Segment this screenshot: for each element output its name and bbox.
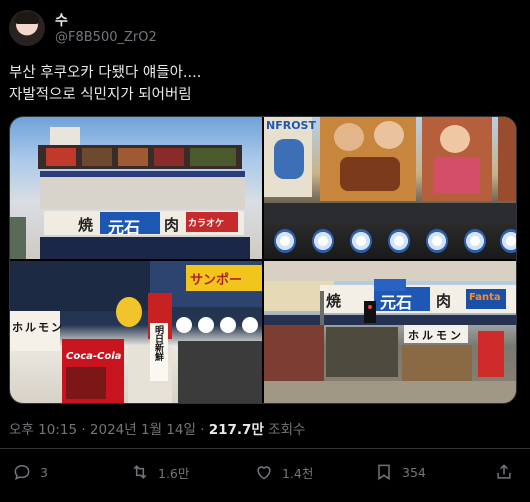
photo-2-sign: NFROST: [266, 119, 316, 132]
photo-3-cola: Coca-Cola: [66, 351, 122, 362]
view-count: 217.7만: [208, 422, 264, 438]
retweet-button[interactable]: 1.6만: [130, 458, 189, 486]
avatar[interactable]: [9, 10, 45, 46]
share-button[interactable]: [494, 458, 514, 486]
heart-icon: [257, 466, 271, 480]
photo-1-sign-main: 元石: [108, 218, 141, 237]
photo-3[interactable]: サンポー ホルモン Coca-Cola 明日新鮮: [10, 261, 262, 403]
tweet-text-line-2: 자발적으로 식민지가 되어버림: [9, 87, 192, 103]
photo-4[interactable]: 元石 焼 肉 Fanta ホルモン: [264, 261, 516, 403]
reply-icon: [14, 464, 30, 481]
view-label: 조회수: [263, 422, 306, 438]
media-grid: 元石 焼 肉 カラオケ NFROST サンポー ホルモン Coca-Cola 明…: [9, 116, 517, 404]
author-handle[interactable]: @F8B500_ZrO2: [55, 30, 157, 45]
photo-3-sign: サンポー: [190, 273, 243, 288]
photo-1-banner: カラオケ: [188, 219, 225, 229]
action-bar: 3 1.6만 1.4천 354: [0, 458, 530, 488]
photo-1-sign-right: 肉: [164, 216, 180, 234]
bookmark-icon: [378, 464, 390, 481]
bookmark-button[interactable]: 354: [374, 458, 426, 486]
photo-4-sign-left: 焼: [326, 292, 342, 310]
photo-4-brand: Fanta: [469, 292, 501, 303]
retweet-icon: [133, 465, 147, 479]
reply-button[interactable]: 3: [12, 458, 48, 486]
divider: [0, 448, 530, 449]
reply-count: 3: [40, 464, 48, 480]
retweet-count: 1.6만: [158, 465, 190, 481]
photo-3-lanterns: ホルモン: [12, 321, 64, 334]
share-icon: [497, 464, 511, 479]
tweet-metadata: 오후 10:15 · 2024년 1월 14일 · 217.7만 조회수: [9, 418, 305, 438]
photo-4-street-sign: ホルモン: [408, 329, 464, 342]
tweet-header: 수 @F8B500_ZrO2: [9, 10, 509, 50]
tweet-timestamp[interactable]: 오후 10:15 · 2024년 1월 14일 ·: [9, 422, 209, 438]
bookmark-count: 354: [402, 464, 426, 480]
photo-1-sign-left: 焼: [78, 216, 94, 234]
tweet-text: 부산 후쿠오카 다됐다 얘들아.... 자발적으로 식민지가 되어버림: [9, 62, 514, 106]
photo-4-sign-main: 元石: [380, 293, 413, 312]
like-button[interactable]: 1.4천: [254, 458, 313, 486]
tweet-text-line-1: 부산 후쿠오카 다됐다 얘들아....: [9, 65, 202, 81]
photo-1[interactable]: 元石 焼 肉 カラオケ: [10, 117, 262, 259]
like-count: 1.4천: [282, 465, 314, 481]
photo-3-vertical: 明日新鮮: [153, 325, 163, 361]
photo-2[interactable]: NFROST: [264, 117, 516, 259]
author-name[interactable]: 수: [55, 10, 68, 30]
photo-4-sign-right: 肉: [436, 292, 452, 310]
